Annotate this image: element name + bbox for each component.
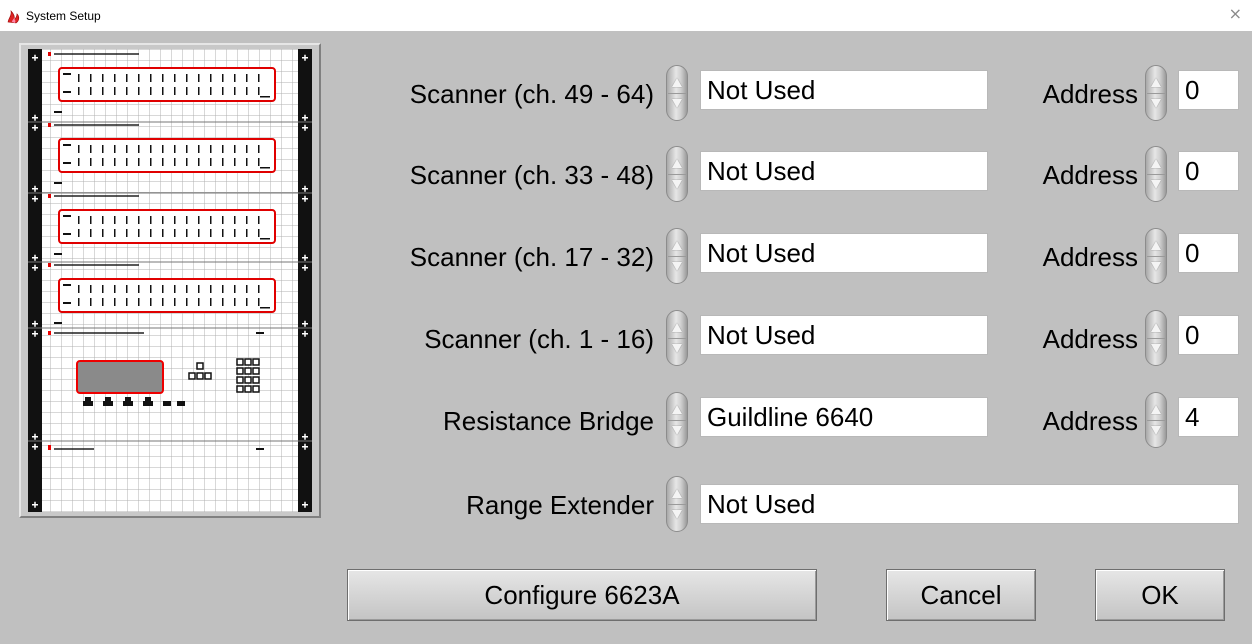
scanner-17-32-label: Scanner (ch. 17 - 32) xyxy=(409,242,654,272)
scanner-33-48-spinner[interactable] xyxy=(666,146,688,202)
scanner-1-16-spinner[interactable] xyxy=(666,310,688,366)
address-label: Address xyxy=(1042,242,1138,272)
chevron-up-icon[interactable] xyxy=(672,159,682,168)
chevron-up-icon[interactable] xyxy=(1151,78,1161,87)
address-2-spinner[interactable] xyxy=(1145,146,1167,202)
resistance-bridge-field[interactable]: Guildline 6640 xyxy=(700,397,988,437)
chevron-up-icon[interactable] xyxy=(1151,159,1161,168)
address-label: Address xyxy=(1042,160,1138,190)
address-3-field[interactable]: 0 xyxy=(1178,233,1239,273)
address-4-field[interactable]: 0 xyxy=(1178,315,1239,355)
window-title: System Setup xyxy=(26,8,101,23)
address-5-field[interactable]: 4 xyxy=(1178,397,1239,437)
ok-button[interactable]: OK xyxy=(1095,569,1225,621)
app-icon xyxy=(6,8,22,24)
chevron-down-icon[interactable] xyxy=(672,180,682,189)
scanner-17-32-spinner[interactable] xyxy=(666,228,688,284)
chevron-up-icon[interactable] xyxy=(1151,405,1161,414)
scanner-49-64-spinner[interactable] xyxy=(666,65,688,121)
scanner-49-64-label: Scanner (ch. 49 - 64) xyxy=(409,79,654,109)
system-setup-window: System Setup × Scanner (ch. 49 - 64) Not… xyxy=(0,0,1252,644)
chevron-down-icon[interactable] xyxy=(1151,180,1161,189)
chevron-down-icon[interactable] xyxy=(672,426,682,435)
scanner-33-48-label: Scanner (ch. 33 - 48) xyxy=(409,160,654,190)
address-label: Address xyxy=(1042,406,1138,436)
chevron-up-icon[interactable] xyxy=(672,78,682,87)
address-1-field[interactable]: 0 xyxy=(1178,70,1239,110)
chevron-up-icon[interactable] xyxy=(1151,323,1161,332)
chevron-down-icon[interactable] xyxy=(1151,262,1161,271)
chevron-down-icon[interactable] xyxy=(1151,99,1161,108)
scanner-49-64-field[interactable]: Not Used xyxy=(700,70,988,110)
address-label: Address xyxy=(1042,324,1138,354)
chevron-up-icon[interactable] xyxy=(1151,241,1161,250)
resistance-bridge-label: Resistance Bridge xyxy=(443,406,654,436)
chevron-up-icon[interactable] xyxy=(672,323,682,332)
chevron-down-icon[interactable] xyxy=(1151,426,1161,435)
address-5-spinner[interactable] xyxy=(1145,392,1167,448)
address-3-spinner[interactable] xyxy=(1145,228,1167,284)
address-1-spinner[interactable] xyxy=(1145,65,1167,121)
rack-preview-diagram xyxy=(28,49,312,512)
scanner-17-32-field[interactable]: Not Used xyxy=(700,233,988,273)
cancel-button[interactable]: Cancel xyxy=(886,569,1036,621)
close-icon[interactable]: × xyxy=(1229,4,1242,23)
chevron-down-icon[interactable] xyxy=(672,344,682,353)
scanner-1-16-field[interactable]: Not Used xyxy=(700,315,988,355)
chevron-down-icon[interactable] xyxy=(1151,344,1161,353)
chevron-up-icon[interactable] xyxy=(672,489,682,498)
title-bar: System Setup × xyxy=(0,0,1252,31)
scanner-1-16-label: Scanner (ch. 1 - 16) xyxy=(424,324,654,354)
chevron-down-icon[interactable] xyxy=(672,262,682,271)
address-label: Address xyxy=(1042,79,1138,109)
chevron-down-icon[interactable] xyxy=(672,510,682,519)
configure-button[interactable]: Configure 6623A xyxy=(347,569,817,621)
chevron-up-icon[interactable] xyxy=(672,405,682,414)
range-extender-spinner[interactable] xyxy=(666,476,688,532)
chevron-down-icon[interactable] xyxy=(672,99,682,108)
range-extender-field[interactable]: Not Used xyxy=(700,484,1239,524)
scanner-33-48-field[interactable]: Not Used xyxy=(700,151,988,191)
address-4-spinner[interactable] xyxy=(1145,310,1167,366)
rack-preview-panel xyxy=(19,43,321,518)
resistance-bridge-spinner[interactable] xyxy=(666,392,688,448)
address-2-field[interactable]: 0 xyxy=(1178,151,1239,191)
chevron-up-icon[interactable] xyxy=(672,241,682,250)
range-extender-label: Range Extender xyxy=(466,490,654,520)
